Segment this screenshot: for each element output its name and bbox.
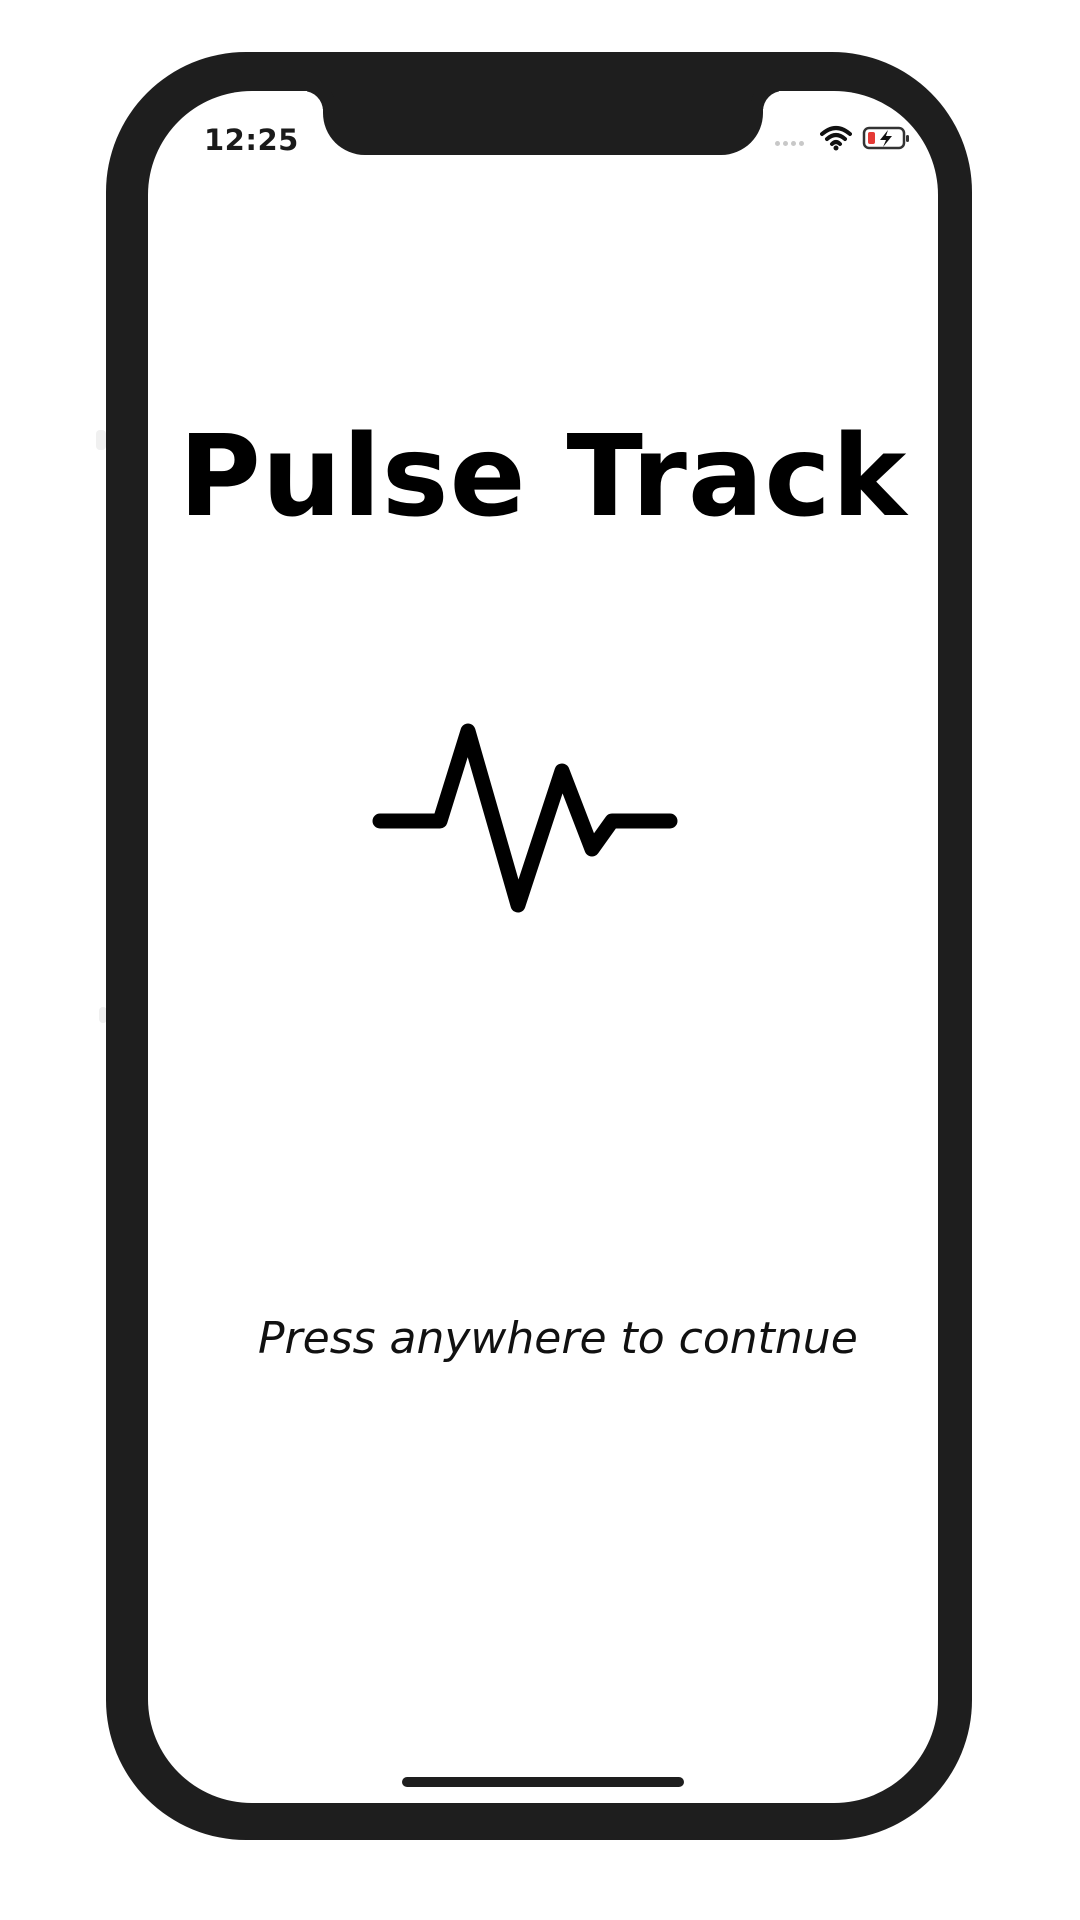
notch	[323, 91, 763, 155]
heartbeat-pulse-icon	[372, 723, 678, 913]
continue-hint: Press anywhere to contnue	[258, 1313, 858, 1364]
side-button	[96, 430, 106, 450]
app-title: Pulse Track	[178, 412, 908, 542]
battery-charging-icon	[862, 126, 909, 150]
status-time: 12:25	[204, 123, 299, 157]
wifi-icon	[820, 126, 852, 151]
cellular-signal-icon	[775, 140, 804, 146]
status-icons	[775, 125, 912, 151]
splash-screen[interactable]: 12:25 Pulse Track Press anywhere to cont…	[148, 91, 938, 1803]
home-indicator[interactable]	[402, 1777, 684, 1787]
device-mockup: 12:25 Pulse Track Press anywhere to cont…	[0, 0, 1080, 1920]
